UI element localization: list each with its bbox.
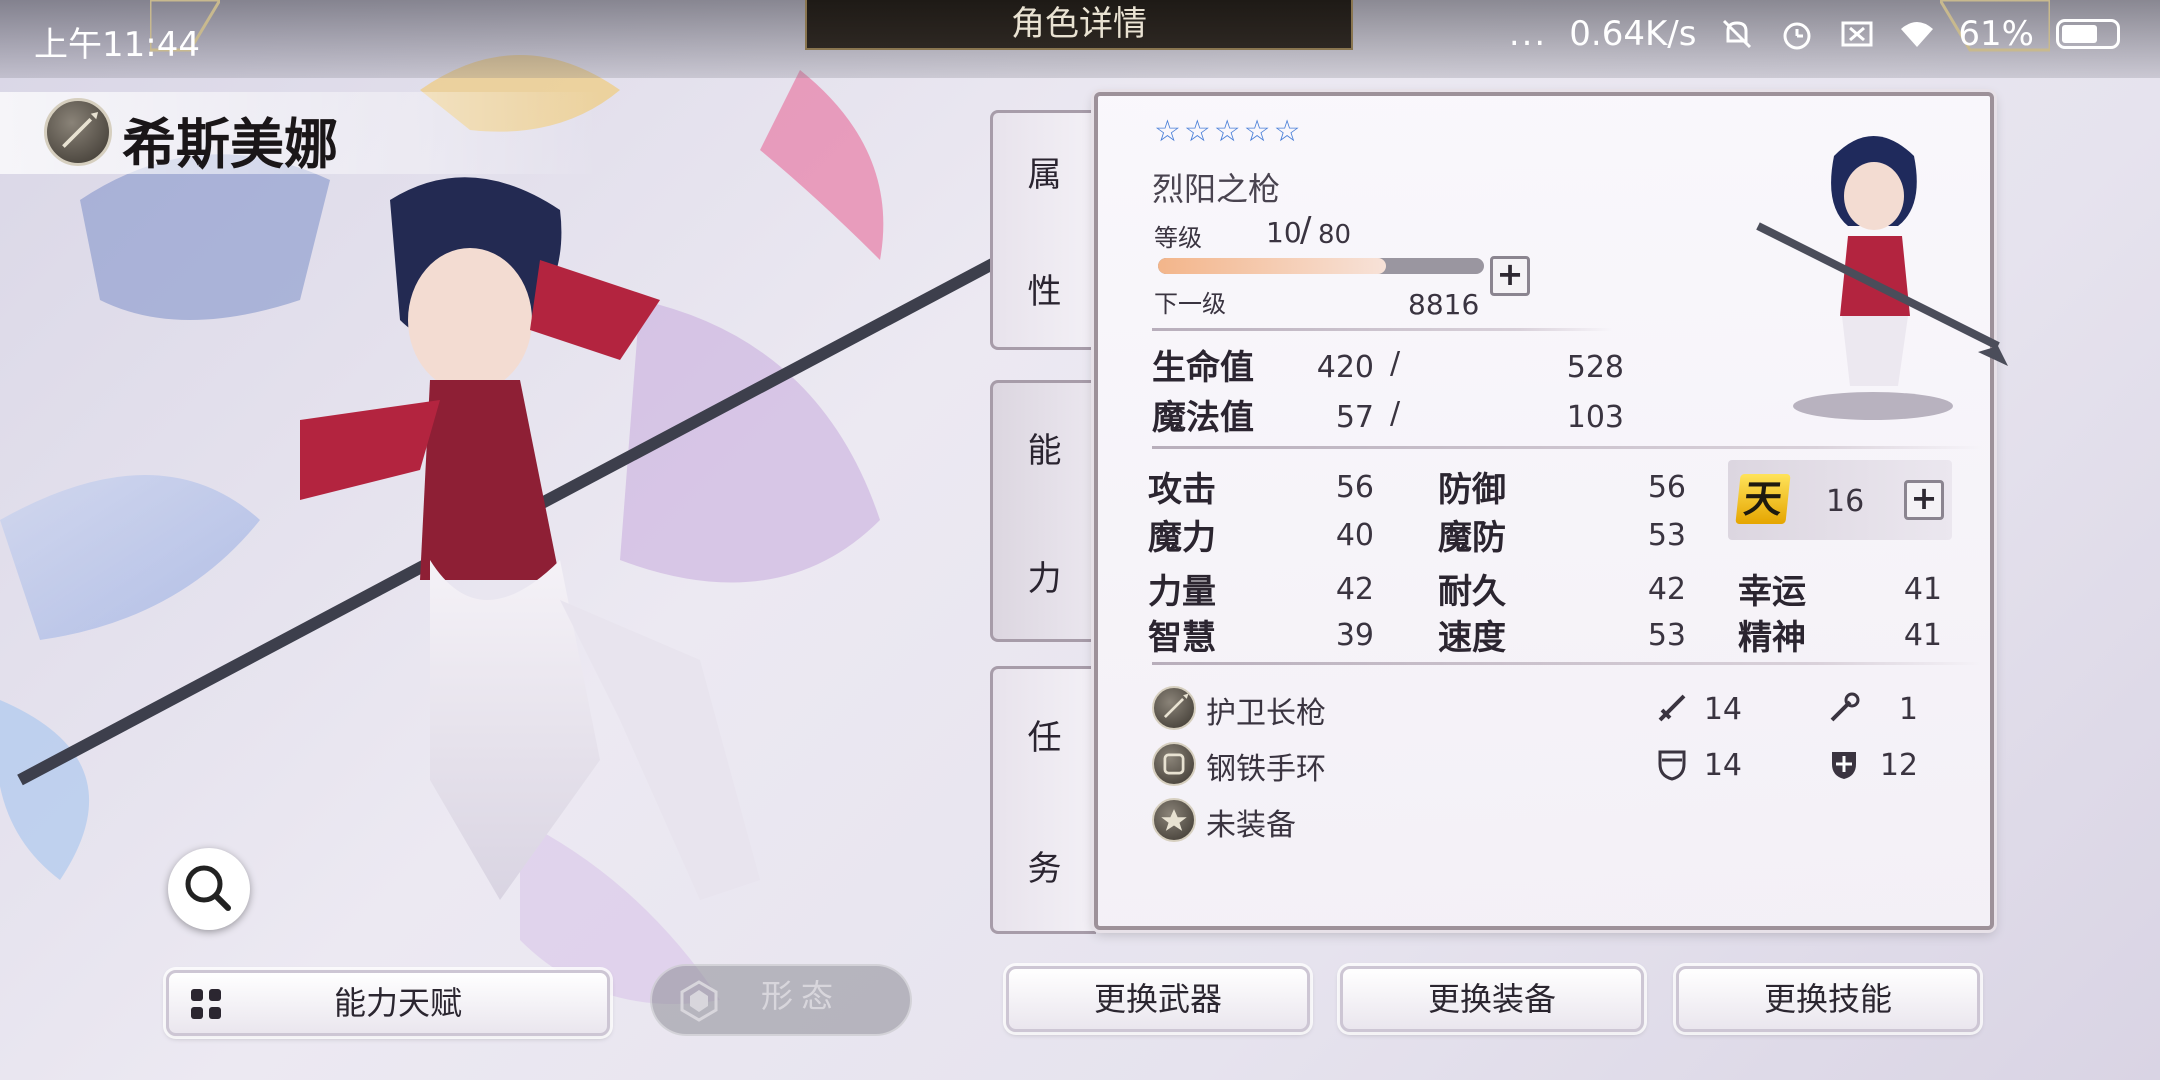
stat-strength-value: 42 — [1335, 572, 1374, 607]
mp-label: 魔法值 — [1152, 398, 1254, 438]
tab-label-1: 能 — [1027, 430, 1062, 471]
bracelet-icon — [1152, 742, 1196, 786]
network-speed: 0.64K/s — [1569, 14, 1697, 54]
battery-icon — [2056, 19, 2120, 49]
equip-armor-mdef: 12 — [1879, 748, 1918, 783]
stat-endurance-value: 42 — [1647, 572, 1686, 607]
change-weapon-button[interactable]: 更换武器 — [1006, 966, 1310, 1032]
divider — [1152, 446, 1982, 449]
spear-icon — [44, 98, 112, 166]
mp-slash: / — [1390, 396, 1401, 431]
equip-accessory-name: 未装备 — [1206, 808, 1296, 843]
stat-luck-label: 幸运 — [1738, 572, 1806, 612]
character-title: 烈阳之枪 — [1152, 170, 1281, 208]
level-up-button[interactable]: + — [1490, 256, 1530, 296]
exp-bar-fill — [1158, 258, 1387, 274]
stat-attack-label: 攻击 — [1148, 470, 1216, 510]
hp-current: 420 — [1316, 350, 1374, 385]
tab-tasks[interactable]: 任 务 — [990, 666, 1096, 934]
talent-button[interactable]: 能力天赋 — [166, 970, 610, 1036]
more-dots: ... — [1508, 14, 1548, 54]
tab-ability[interactable]: 能 力 — [990, 380, 1096, 642]
tab-label-2: 力 — [1027, 558, 1062, 599]
divider — [1152, 662, 1982, 665]
next-level-value: 8816 — [1408, 288, 1480, 321]
equip-weapon-name: 护卫长枪 — [1206, 696, 1326, 731]
equip-weapon-mag: 1 — [1898, 692, 1918, 727]
chibi-avatar — [1756, 136, 2008, 420]
heaven-icon: 天 — [1735, 474, 1791, 524]
rarity-stars: ☆☆☆☆☆ — [1154, 114, 1304, 149]
stat-mdef-label: 魔防 — [1438, 518, 1506, 558]
mp-max: 103 — [1566, 400, 1624, 435]
level-slash: / — [1300, 210, 1312, 250]
hp-slash: / — [1390, 346, 1401, 381]
form-emblem-icon — [680, 980, 718, 1022]
stat-endurance-label: 耐久 — [1438, 572, 1506, 612]
stat-mdef-value: 53 — [1647, 518, 1686, 553]
hp-max: 528 — [1566, 350, 1624, 385]
next-level-label: 下一级 — [1154, 290, 1226, 318]
stat-spirit-value: 41 — [1903, 618, 1942, 653]
equip-armor-def: 14 — [1703, 748, 1742, 783]
status-time: 上午11:44 — [34, 25, 200, 65]
level-max: 80 — [1318, 220, 1352, 250]
stat-spirit-label: 精神 — [1738, 618, 1806, 658]
heaven-add-button[interactable]: + — [1904, 480, 1944, 520]
stat-speed-label: 速度 — [1438, 618, 1506, 658]
wifi-icon — [1901, 22, 1934, 47]
spear-icon — [1152, 686, 1196, 730]
tab-label-1: 属 — [1027, 155, 1062, 195]
sim-off-icon — [1841, 21, 1873, 47]
change-skill-button[interactable]: 更换技能 — [1676, 966, 1980, 1032]
change-equipment-button[interactable]: 更换装备 — [1340, 966, 1644, 1032]
tab-label-1: 任 — [1027, 718, 1062, 758]
equip-weapon-atk: 14 — [1703, 692, 1742, 727]
tab-attributes[interactable]: 属 性 — [990, 110, 1096, 350]
equip-armor-name: 钢铁手环 — [1206, 752, 1326, 787]
hp-label: 生命值 — [1152, 348, 1254, 388]
stat-wisdom-label: 智慧 — [1148, 618, 1216, 658]
battery-percent: 61% — [1958, 14, 2034, 54]
form-button[interactable]: 形态 — [650, 964, 912, 1036]
tab-label-2: 务 — [1027, 849, 1062, 889]
divider — [1152, 328, 1612, 331]
heaven-stat-box: 天 16 + — [1728, 460, 1952, 540]
stat-magic-value: 40 — [1335, 518, 1374, 553]
mute-icon — [1723, 19, 1752, 49]
mp-current: 57 — [1335, 400, 1374, 435]
empty-slot-icon — [1152, 798, 1196, 842]
alarm-icon — [1783, 22, 1811, 50]
stat-strength-label: 力量 — [1148, 572, 1216, 612]
staff-icon — [1830, 692, 1860, 722]
level-label: 等级 — [1154, 224, 1202, 252]
talent-button-label: 能力天赋 — [333, 984, 462, 1022]
stat-defense-value: 56 — [1647, 470, 1686, 505]
character-detail-panel: ☆☆☆☆☆ 烈阳之枪 等级 10 / 80 + 下一级 8816 生命值 420… — [1094, 92, 2008, 930]
stat-wisdom-value: 39 — [1335, 618, 1374, 653]
zoom-button[interactable] — [168, 848, 250, 930]
stat-luck-value: 41 — [1903, 572, 1942, 607]
stat-speed-value: 53 — [1647, 618, 1686, 653]
exp-bar — [1158, 258, 1484, 274]
stat-magic-label: 魔力 — [1148, 518, 1216, 558]
heaven-value: 16 — [1826, 484, 1865, 519]
page-title: 角色详情 — [805, 0, 1353, 50]
tab-label-2: 性 — [1027, 272, 1062, 312]
level-current: 10 — [1266, 216, 1302, 249]
stat-defense-label: 防御 — [1438, 470, 1506, 510]
grid-icon — [191, 989, 221, 1019]
stat-attack-value: 56 — [1335, 470, 1374, 505]
magic-shield-icon — [1832, 752, 1856, 779]
character-name: 希斯美娜 — [122, 113, 338, 176]
form-button-label: 形态 — [760, 977, 841, 1015]
